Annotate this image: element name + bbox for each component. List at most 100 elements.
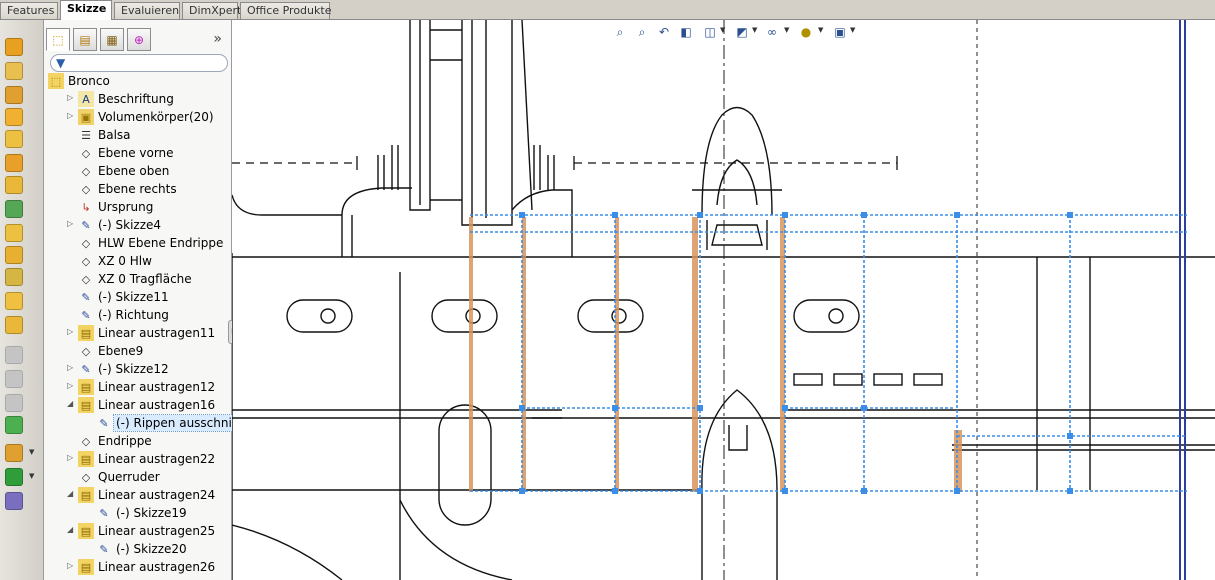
tree-item[interactable]: ▷ ▤ Linear austragen11 <box>44 324 232 342</box>
tree-root[interactable]: ⬚ Bronco <box>44 72 232 90</box>
tree-item[interactable]: ◇ HLW Ebene Endrippe <box>44 234 232 252</box>
configuration-manager-tab[interactable]: ▦ <box>100 28 124 51</box>
tree-item[interactable]: ✎ (-) Richtung <box>44 306 232 324</box>
grid-snap-icon[interactable] <box>5 492 23 510</box>
convert-entities-icon[interactable] <box>5 268 23 286</box>
tree-item[interactable]: ✎ (-) Skizze19 <box>44 504 232 522</box>
offset-tool-icon[interactable] <box>5 224 23 242</box>
graphics-viewport[interactable]: ⌕ ⌕ ↶ ◧ ◫ ▼ ◩ ▼ ∞ ▼ ● ▼ ▣ ▼ <box>232 20 1215 580</box>
tree-item[interactable]: ↳ Ursprung <box>44 198 232 216</box>
add-relation-icon[interactable] <box>5 468 23 486</box>
linear-pattern-icon[interactable] <box>5 346 23 364</box>
sketch-icon: ✎ <box>81 362 91 376</box>
expand-arrow-icon[interactable]: ▷ <box>67 453 73 462</box>
tree-item[interactable]: ◢ ▤ Linear austragen16 <box>44 396 232 414</box>
tree-item[interactable]: ▷ ▤ Linear austragen12 <box>44 378 232 396</box>
chevron-down-icon[interactable]: ▼ <box>818 26 823 34</box>
dim-xpert-manager-tab[interactable]: ⊕ <box>127 28 151 51</box>
property-manager-tab[interactable]: ▤ <box>73 28 97 51</box>
chevron-down-icon[interactable]: ▼ <box>29 472 34 480</box>
tree-filter-input[interactable]: ▼ <box>50 54 228 72</box>
tree-item[interactable]: ✎ (-) Skizze20 <box>44 540 232 558</box>
spline-tool-icon[interactable] <box>5 176 23 194</box>
scene-icon[interactable]: ▣ <box>832 24 848 40</box>
tab-skizze[interactable]: Skizze <box>60 0 112 20</box>
tree-item[interactable]: ◇ XZ 0 Hlw <box>44 252 232 270</box>
tree-item-label: Querruder <box>98 470 160 484</box>
move-entities-icon[interactable] <box>5 316 23 334</box>
chevron-down-icon[interactable]: ▼ <box>752 26 757 34</box>
tab-evaluieren[interactable]: Evaluieren <box>114 2 180 19</box>
hide-show-icon[interactable]: ∞ <box>764 24 780 40</box>
quick-snaps-icon[interactable] <box>5 416 23 434</box>
chevron-down-icon[interactable]: ▼ <box>29 448 34 456</box>
sketch-point <box>519 212 525 218</box>
tree-item[interactable]: ☰ Balsa <box>44 126 232 144</box>
tree-item-label: Beschriftung <box>98 92 174 106</box>
expand-arrow-icon[interactable]: ▷ <box>67 111 73 120</box>
sketch-tool-icon[interactable] <box>5 38 23 56</box>
tree-item[interactable]: ▷ ✎ (-) Skizze4 <box>44 216 232 234</box>
tree-item[interactable]: ▷ ▤ Linear austragen26 <box>44 558 232 576</box>
tree-item[interactable]: ◇ Ebene oben <box>44 162 232 180</box>
tree-item[interactable]: ◇ Querruder <box>44 468 232 486</box>
circle-tool-icon[interactable] <box>5 130 23 148</box>
arc-tool-icon[interactable] <box>5 154 23 172</box>
tree-item[interactable]: ▷ ▣ Volumenkörper(20) <box>44 108 232 126</box>
expand-arrow-icon[interactable]: ▷ <box>67 93 73 102</box>
tree-item[interactable]: ✎ (-) Skizze11 <box>44 288 232 306</box>
sketch-point <box>612 405 618 411</box>
chevron-down-icon[interactable]: ▼ <box>784 26 789 34</box>
tree-item[interactable]: ▷ ✎ (-) Skizze12 <box>44 360 232 378</box>
rib-cut <box>692 217 698 492</box>
fillet-tool-icon[interactable] <box>5 200 23 218</box>
sketch-point <box>519 405 525 411</box>
view-orientation-icon[interactable]: ◫ <box>702 24 718 40</box>
collapse-arrow-icon[interactable]: ◢ <box>67 399 73 408</box>
trim-tool-icon[interactable] <box>5 246 23 264</box>
sketch-point <box>861 488 867 494</box>
feature-manager-tab[interactable]: ⬚ <box>46 28 70 51</box>
tab-office-produkte[interactable]: Office Produkte <box>240 2 331 19</box>
collapse-arrow-icon[interactable]: ◢ <box>67 489 73 498</box>
appearance-icon[interactable]: ● <box>798 24 814 40</box>
expand-arrow-icon[interactable]: ▷ <box>67 381 73 390</box>
tree-item[interactable]: ◇ Ebene9 <box>44 342 232 360</box>
section-view-icon[interactable]: ◧ <box>678 24 694 40</box>
rectangle-tool-icon[interactable] <box>5 108 23 126</box>
repair-sketch-icon[interactable] <box>5 394 23 412</box>
display-style-icon[interactable]: ◩ <box>734 24 750 40</box>
tree-item[interactable]: ◇ Ebene rechts <box>44 180 232 198</box>
sketch-icon: ✎ <box>99 542 109 556</box>
expand-arrow-icon[interactable]: ▷ <box>67 363 73 372</box>
tail-oval <box>438 404 492 526</box>
display-relations-icon[interactable] <box>5 444 23 462</box>
collapse-arrow-icon[interactable]: ◢ <box>67 525 73 534</box>
tab-dimxpert[interactable]: DimXpert <box>182 2 241 19</box>
zoom-area-icon[interactable]: ⌕ <box>634 24 650 40</box>
tree-item[interactable]: ◇ Ebene vorne <box>44 144 232 162</box>
tree-item[interactable]: ◢ ▤ Linear austragen24 <box>44 486 232 504</box>
circular-pattern-icon[interactable] <box>5 370 23 388</box>
zoom-to-fit-icon[interactable]: ⌕ <box>612 24 628 40</box>
tree-item[interactable]: ▷ ▤ Linear austragen22 <box>44 450 232 468</box>
previous-view-icon[interactable]: ↶ <box>656 24 672 40</box>
tree-item-label: Bronco <box>68 74 110 88</box>
tab-features[interactable]: Features <box>0 2 58 19</box>
fuselage-sides <box>701 490 778 580</box>
tree-item[interactable]: ▷ A Beschriftung <box>44 90 232 108</box>
tree-item[interactable]: ◇ XZ 0 Tragfläche <box>44 270 232 288</box>
expand-arrow-icon[interactable]: ▷ <box>67 327 73 336</box>
tree-item[interactable]: ✎ (-) Rippen ausschnitte <box>44 414 252 432</box>
expand-panel-icon[interactable]: » <box>213 31 222 47</box>
line-tool-icon[interactable] <box>5 86 23 104</box>
annotation-icon: A <box>78 91 94 107</box>
smart-dimension-icon[interactable] <box>5 62 23 80</box>
chevron-down-icon[interactable]: ▼ <box>850 26 855 34</box>
expand-arrow-icon[interactable]: ▷ <box>67 561 73 570</box>
chevron-down-icon[interactable]: ▼ <box>720 26 725 34</box>
mirror-tool-icon[interactable] <box>5 292 23 310</box>
tree-item[interactable]: ◢ ▤ Linear austragen25 <box>44 522 232 540</box>
tree-item[interactable]: ◇ Endrippe <box>44 432 232 450</box>
expand-arrow-icon[interactable]: ▷ <box>67 219 73 228</box>
